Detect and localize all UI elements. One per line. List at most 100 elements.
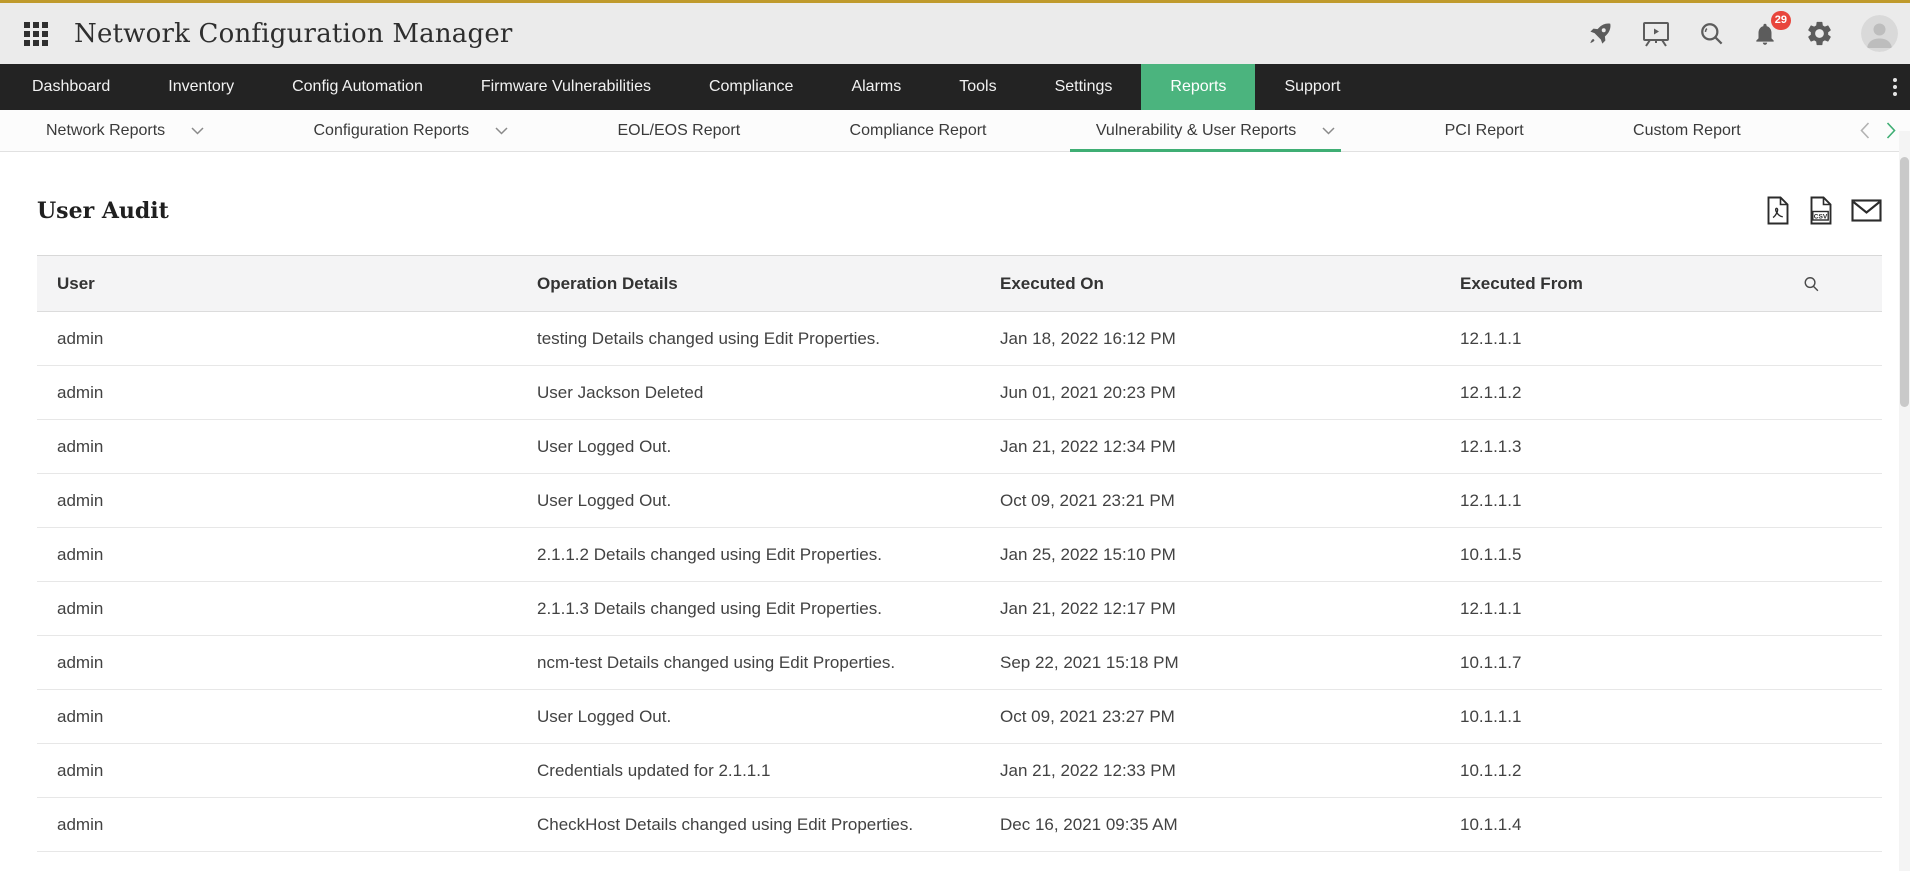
table-row: admin ncm-test Details changed using Edi… <box>37 636 1882 690</box>
table-search-icon[interactable] <box>1803 275 1820 292</box>
column-header-operation-details: Operation Details <box>517 274 980 294</box>
cell-operation: CheckHost Details changed using Edit Pro… <box>517 815 980 835</box>
chevron-down-icon <box>191 127 204 135</box>
app-window: Network Configuration Manager <box>0 0 1910 871</box>
cell-executed-on: Jan 25, 2022 15:10 PM <box>980 545 1440 565</box>
search-icon[interactable] <box>1698 20 1725 47</box>
subnav-item-custom-report[interactable]: Custom Report <box>1633 110 1741 151</box>
cell-executed-on: Jan 18, 2022 16:12 PM <box>980 329 1440 349</box>
cell-user: admin <box>37 329 517 349</box>
rocket-icon[interactable] <box>1586 20 1614 48</box>
cell-executed-from: 10.1.1.4 <box>1440 815 1882 835</box>
table-row: admin CheckHost Details changed using Ed… <box>37 798 1882 852</box>
bell-icon[interactable]: 29 <box>1752 21 1778 47</box>
chevron-right-icon[interactable] <box>1886 122 1896 139</box>
notification-badge: 29 <box>1771 11 1791 30</box>
page-title: User Audit <box>37 198 169 224</box>
cell-executed-from: 12.1.1.3 <box>1440 437 1882 457</box>
table-row: admin User Logged Out. Jan 21, 2022 12:3… <box>37 420 1882 474</box>
subnav-item-label: Network Reports <box>46 122 165 140</box>
table-header-row: User Operation Details Executed On Execu… <box>37 255 1882 312</box>
table-row: admin User Logged Out. Oct 09, 2021 23:2… <box>37 474 1882 528</box>
topbar-actions: 29 <box>1586 15 1894 52</box>
nav-item-alarms[interactable]: Alarms <box>822 64 930 110</box>
nav-item-compliance[interactable]: Compliance <box>680 64 822 110</box>
cell-executed-from: 10.1.1.7 <box>1440 653 1882 673</box>
table-row: admin 2.1.1.3 Details changed using Edit… <box>37 582 1882 636</box>
nav-item-config-automation[interactable]: Config Automation <box>263 64 452 110</box>
cell-executed-on: Jan 21, 2022 12:17 PM <box>980 599 1440 619</box>
email-export-icon[interactable] <box>1851 199 1882 222</box>
cell-executed-on: Oct 09, 2021 23:21 PM <box>980 491 1440 511</box>
cell-operation: Credentials updated for 2.1.1.1 <box>517 761 980 781</box>
scrollbar-thumb[interactable] <box>1900 157 1909 407</box>
nav-item-firmware-vulnerabilities[interactable]: Firmware Vulnerabilities <box>452 64 680 110</box>
cell-executed-on: Oct 09, 2021 23:27 PM <box>980 707 1440 727</box>
cell-operation: 2.1.1.2 Details changed using Edit Prope… <box>517 545 980 565</box>
cell-user: admin <box>37 653 517 673</box>
nav-item-inventory[interactable]: Inventory <box>139 64 263 110</box>
subnav-scroll-arrows <box>1850 110 1896 151</box>
subnav-item-eol-eos-report[interactable]: EOL/EOS Report <box>617 110 740 151</box>
cell-executed-on: Jan 21, 2022 12:34 PM <box>980 437 1440 457</box>
nav-item-dashboard[interactable]: Dashboard <box>3 64 139 110</box>
subnav-item-label: EOL/EOS Report <box>617 122 740 140</box>
topbar: Network Configuration Manager <box>0 3 1910 64</box>
table-row: admin User Logged Out. Oct 09, 2021 23:2… <box>37 690 1882 744</box>
apps-grid-icon[interactable] <box>24 22 48 46</box>
user-audit-table: User Operation Details Executed On Execu… <box>37 255 1882 852</box>
cell-executed-from: 12.1.1.1 <box>1440 329 1882 349</box>
cell-executed-from: 10.1.1.5 <box>1440 545 1882 565</box>
cell-executed-from: 12.1.1.1 <box>1440 599 1882 619</box>
cell-operation: User Logged Out. <box>517 707 980 727</box>
cell-user: admin <box>37 437 517 457</box>
chevron-left-icon[interactable] <box>1860 122 1870 139</box>
kebab-menu-icon[interactable] <box>1889 74 1901 100</box>
cell-executed-on: Jan 21, 2022 12:33 PM <box>980 761 1440 781</box>
subnav-item-label: Configuration Reports <box>314 122 470 140</box>
chevron-down-icon <box>495 127 508 135</box>
table-row: admin 2.1.1.2 Details changed using Edit… <box>37 528 1882 582</box>
vertical-scrollbar[interactable] <box>1899 131 1910 871</box>
nav-item-support[interactable]: Support <box>1255 64 1369 110</box>
chevron-down-icon <box>1322 127 1335 135</box>
cell-operation: 2.1.1.3 Details changed using Edit Prope… <box>517 599 980 619</box>
reports-subnav: Network Reports Configuration Reports EO… <box>0 110 1910 152</box>
svg-text:CSV: CSV <box>1814 213 1828 220</box>
table-row: admin User Jackson Deleted Jun 01, 2021 … <box>37 366 1882 420</box>
main-navbar: Dashboard Inventory Config Automation Fi… <box>0 64 1910 110</box>
nav-item-reports[interactable]: Reports <box>1141 64 1255 110</box>
cell-operation: testing Details changed using Edit Prope… <box>517 329 980 349</box>
cell-user: admin <box>37 815 517 835</box>
column-header-executed-on: Executed On <box>980 274 1440 294</box>
cell-executed-from: 12.1.1.2 <box>1440 383 1882 403</box>
subnav-item-label: Custom Report <box>1633 122 1741 140</box>
cell-executed-on: Jun 01, 2021 20:23 PM <box>980 383 1440 403</box>
app-title: Network Configuration Manager <box>74 19 513 49</box>
cell-operation: ncm-test Details changed using Edit Prop… <box>517 653 980 673</box>
subnav-item-pci-report[interactable]: PCI Report <box>1445 110 1524 151</box>
subnav-item-compliance-report[interactable]: Compliance Report <box>850 110 987 151</box>
gear-icon[interactable] <box>1805 19 1834 48</box>
nav-item-tools[interactable]: Tools <box>930 64 1025 110</box>
pdf-export-icon[interactable] <box>1765 196 1790 225</box>
subnav-item-label: Vulnerability & User Reports <box>1096 122 1296 140</box>
cell-executed-from: 10.1.1.1 <box>1440 707 1882 727</box>
table-row: admin Credentials updated for 2.1.1.1 Ja… <box>37 744 1882 798</box>
table-row: admin testing Details changed using Edit… <box>37 312 1882 366</box>
csv-export-icon[interactable]: CSV <box>1808 196 1833 225</box>
subnav-item-network-reports[interactable]: Network Reports <box>46 110 204 151</box>
subnav-item-label: PCI Report <box>1445 122 1524 140</box>
main-content: User Audit CSV <box>0 196 1910 852</box>
user-avatar[interactable] <box>1861 15 1898 52</box>
nav-item-settings[interactable]: Settings <box>1026 64 1142 110</box>
presentation-icon[interactable] <box>1641 20 1671 48</box>
export-actions: CSV <box>1765 196 1882 225</box>
cell-user: admin <box>37 761 517 781</box>
subnav-item-configuration-reports[interactable]: Configuration Reports <box>314 110 509 151</box>
cell-executed-on: Sep 22, 2021 15:18 PM <box>980 653 1440 673</box>
cell-operation: User Logged Out. <box>517 437 980 457</box>
column-header-user: User <box>37 274 517 294</box>
cell-user: admin <box>37 491 517 511</box>
subnav-item-vulnerability-user-reports[interactable]: Vulnerability & User Reports <box>1096 110 1335 151</box>
